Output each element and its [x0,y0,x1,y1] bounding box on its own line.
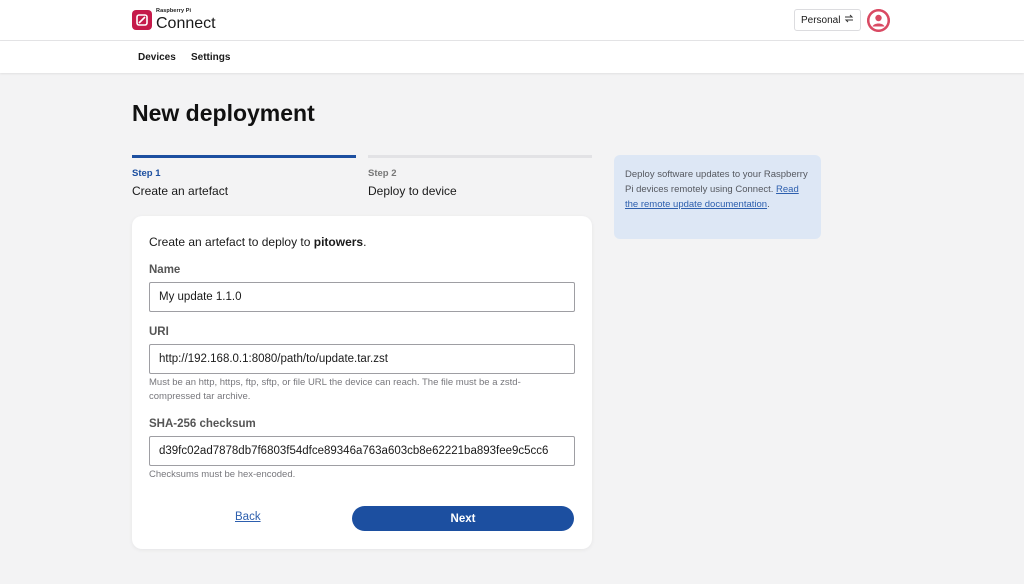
switch-arrows-icon [844,14,854,26]
user-icon [867,9,890,32]
workspace-switcher-button[interactable]: Personal [794,9,862,31]
next-button[interactable]: Next [352,506,574,531]
logo-wordmark: Raspberry Pi Connect [156,8,216,32]
step-2: Step 2 Deploy to device [368,168,457,198]
intro-target-device: pitowers [313,235,364,249]
logo-small-text: Raspberry Pi [156,8,192,14]
step-1-label: Create an artefact [132,184,229,198]
step-1-progress-bar [132,155,356,158]
checksum-input[interactable] [149,436,575,466]
nav-devices[interactable]: Devices [138,52,176,63]
uri-label: URI [149,326,169,338]
back-link[interactable]: Back [235,511,261,523]
step-2-progress-bar [368,155,592,158]
raspberry-pi-connect-logo[interactable]: Raspberry Pi Connect [132,8,216,32]
nav-settings[interactable]: Settings [191,52,230,63]
name-label: Name [149,264,181,276]
intro-text: Create an artefact to deploy to [149,235,314,249]
info-panel: Deploy software updates to your Raspberr… [614,155,821,239]
uri-input[interactable] [149,344,575,374]
checksum-label: SHA-256 checksum [149,418,256,430]
logo-big-text: Connect [156,14,216,32]
workspace-label: Personal [801,14,841,26]
top-bar: Raspberry Pi Connect Personal [0,0,1024,41]
step-1: Step 1 Create an artefact [132,168,228,198]
checksum-help-text: Checksums must be hex-encoded. [149,469,296,480]
page-title: New deployment [132,100,315,126]
step-2-label: Deploy to device [368,184,457,198]
name-input[interactable] [149,282,575,312]
step-2-number: Step 2 [368,168,397,179]
user-avatar[interactable] [867,9,890,32]
intro-suffix: . [363,235,367,249]
form-intro: Create an artefact to deploy to pitowers… [149,235,366,249]
info-suffix: . [767,199,770,210]
uri-help-text: Must be an http, https, ftp, sftp, or fi… [149,377,521,402]
raspberry-pi-logo-icon [132,10,152,31]
main-navigation: Devices Settings [0,41,1024,73]
artefact-form-card: Create an artefact to deploy to pitowers… [132,216,592,549]
step-1-number: Step 1 [132,168,161,179]
